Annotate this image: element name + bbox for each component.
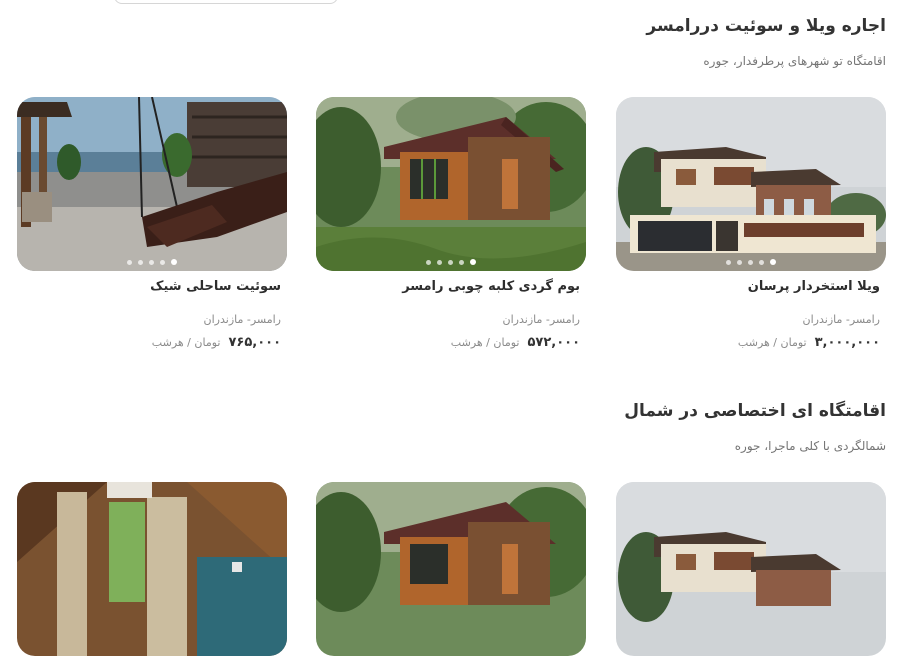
carousel-dot[interactable] bbox=[770, 259, 776, 265]
wooden-cabin-photo[interactable] bbox=[316, 97, 586, 271]
price-unit: تومان / هرشب bbox=[737, 336, 807, 349]
listing-card[interactable]: ویلا استخردار پرسان رامسر- مازندران ۳,۰۰… bbox=[616, 97, 886, 350]
carousel-dots[interactable] bbox=[17, 259, 287, 265]
listing-title[interactable]: ویلا استخردار پرسان bbox=[748, 279, 880, 294]
price-value: ۳,۰۰۰,۰۰۰ bbox=[814, 335, 880, 350]
price-unit: تومان / هرشب bbox=[450, 336, 520, 349]
carousel-dot[interactable] bbox=[437, 259, 442, 265]
listing-title[interactable]: بوم گردی کلبه چوبی رامسر bbox=[402, 279, 580, 294]
listing-title[interactable]: سوئیت ساحلی شیک bbox=[150, 279, 281, 294]
carousel-dot[interactable] bbox=[171, 259, 177, 265]
listing-card[interactable] bbox=[616, 482, 886, 656]
section-title: اجاره ویلا و سوئیت دررامسر bbox=[646, 16, 886, 36]
carousel-dot[interactable] bbox=[426, 259, 431, 265]
villa-photo[interactable] bbox=[616, 482, 886, 656]
carousel-dot[interactable] bbox=[737, 259, 742, 265]
listing-card[interactable] bbox=[17, 482, 287, 656]
carousel-dot[interactable] bbox=[459, 259, 464, 265]
listing-location: رامسر- مازندران bbox=[203, 313, 281, 326]
carousel-dot[interactable] bbox=[470, 259, 476, 265]
listing-location: رامسر- مازندران bbox=[802, 313, 880, 326]
carousel-dots[interactable] bbox=[616, 259, 886, 265]
carousel-dot[interactable] bbox=[726, 259, 731, 265]
carousel-dot[interactable] bbox=[448, 259, 453, 265]
price-value: ۵۷۲,۰۰۰ bbox=[527, 335, 580, 350]
section-subtitle: شمالگردی با کلی ماجرا، جوره bbox=[734, 439, 886, 453]
listing-card[interactable]: سوئیت ساحلی شیک رامسر- مازندران ۷۶۵,۰۰۰ … bbox=[17, 97, 287, 350]
section-title: اقامتگاه ای اختصاصی در شمال bbox=[624, 401, 886, 421]
carousel-dot[interactable] bbox=[138, 259, 143, 265]
a-frame-interior-photo[interactable] bbox=[17, 482, 287, 656]
wooden-cabin-photo[interactable] bbox=[316, 482, 586, 656]
carousel-dot[interactable] bbox=[759, 259, 764, 265]
listing-card[interactable]: بوم گردی کلبه چوبی رامسر رامسر- مازندران… bbox=[316, 97, 586, 350]
carousel-dot[interactable] bbox=[160, 259, 165, 265]
beach-terrace-photo[interactable] bbox=[17, 97, 287, 271]
listing-location: رامسر- مازندران bbox=[502, 313, 580, 326]
listing-card[interactable] bbox=[316, 482, 586, 656]
carousel-dot[interactable] bbox=[748, 259, 753, 265]
price-value: ۷۶۵,۰۰۰ bbox=[228, 335, 281, 350]
section-subtitle: اقامتگاه تو شهرهای پرطرفدار، جوره bbox=[703, 54, 886, 68]
carousel-dot[interactable] bbox=[149, 259, 154, 265]
carousel-dots[interactable] bbox=[316, 259, 586, 265]
listing-price: ۷۶۵,۰۰۰ تومان / هرشب bbox=[152, 335, 281, 350]
villa-photo[interactable] bbox=[616, 97, 886, 271]
price-unit: تومان / هرشب bbox=[151, 336, 221, 349]
search-box[interactable] bbox=[114, 0, 338, 4]
listing-price: ۳,۰۰۰,۰۰۰ تومان / هرشب bbox=[738, 335, 880, 350]
listing-price: ۵۷۲,۰۰۰ تومان / هرشب bbox=[451, 335, 580, 350]
carousel-dot[interactable] bbox=[127, 259, 132, 265]
